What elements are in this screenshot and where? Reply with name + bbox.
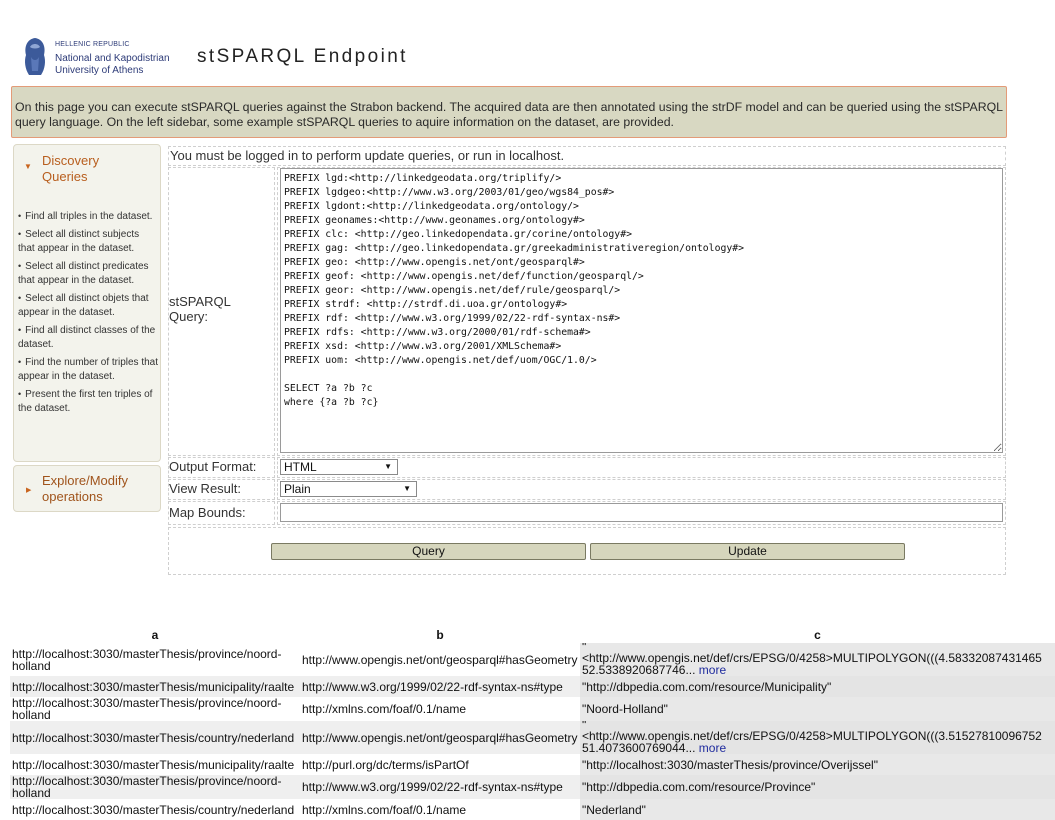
cell-b: http://www.w3.org/1999/02/22-rdf-syntax-… [302, 679, 563, 694]
output-format-label: Output Format: [169, 459, 257, 474]
cell-c-line2: 52.5338920687746... [582, 663, 696, 676]
logo-line-3: University of Athens [55, 65, 144, 76]
query-first-ten-triples[interactable]: Present the first ten triples of the dat… [18, 387, 158, 416]
cell-b: http://xmlns.com/foaf/0.1/name [302, 802, 467, 817]
cell-c: "http://dbpedia.com.com/resource/Provinc… [580, 775, 1055, 799]
cell-b: http://www.opengis.net/ont/geosparql#has… [302, 652, 578, 667]
column-header-a: a [151, 627, 159, 642]
cell-a: http://localhost:3030/masterThesis/provi… [12, 646, 282, 673]
table-row: http://localhost:3030/masterThesis/count… [10, 721, 1055, 754]
cell-a: http://localhost:3030/masterThesis/provi… [12, 697, 282, 721]
discovery-queries-header[interactable]: Discovery Queries [42, 153, 132, 185]
query-label: stSPARQL Query: [169, 294, 231, 324]
column-header-c: c [814, 627, 821, 642]
view-result-value: Plain [284, 482, 311, 496]
logo-line-1: HELLENIC REPUBLIC [55, 41, 130, 48]
query-find-all-triples[interactable]: Find all triples in the dataset. [18, 209, 158, 224]
cell-a: http://localhost:3030/masterThesis/provi… [12, 775, 282, 799]
chevron-down-icon: ▼ [403, 484, 411, 493]
cell-c: " <http://www.opengis.net/def/crs/EPSG/0… [580, 643, 1055, 676]
cell-c: "http://dbpedia.com.com/resource/Municip… [580, 676, 1055, 697]
cell-a: http://localhost:3030/masterThesis/count… [12, 730, 295, 745]
table-row: http://localhost:3030/masterThesis/munic… [10, 754, 1055, 775]
results-table: a b c http://localhost:3030/masterThesis… [10, 626, 1055, 820]
cell-c: "http://localhost:3030/masterThesis/prov… [580, 754, 1055, 775]
cell-b: http://www.opengis.net/ont/geosparql#has… [302, 730, 578, 745]
query-button[interactable]: Query [271, 543, 586, 560]
table-row: http://localhost:3030/masterThesis/munic… [10, 676, 1055, 697]
cell-b: http://purl.org/dc/terms/isPartOf [302, 757, 469, 772]
view-result-label: View Result: [169, 481, 242, 496]
table-row: http://localhost:3030/masterThesis/provi… [10, 643, 1055, 676]
university-logo: HELLENIC REPUBLIC National and Kapodistr… [21, 37, 176, 79]
cell-c: "Noord-Holland" [580, 697, 1055, 721]
login-notice: You must be logged in to perform update … [170, 148, 565, 163]
logo-line-2: National and Kapodistrian [55, 53, 170, 64]
results-header-row: a b c [10, 626, 1055, 643]
output-format-value: HTML [284, 460, 317, 474]
cell-b: http://www.w3.org/1999/02/22-rdf-syntax-… [302, 780, 563, 794]
cell-a: http://localhost:3030/masterThesis/munic… [12, 679, 295, 694]
explore-modify-header[interactable]: Explore/Modify operations [42, 473, 152, 505]
cell-a: http://localhost:3030/masterThesis/count… [12, 802, 295, 817]
query-number-of-triples[interactable]: Find the number of triples that appear i… [18, 355, 158, 384]
view-result-select[interactable]: Plain ▼ [280, 481, 417, 497]
map-bounds-label: Map Bounds: [169, 505, 246, 520]
cell-c-line2: 51.4073600769044... [582, 741, 696, 754]
more-link[interactable]: more [699, 741, 726, 754]
athena-crest-icon [25, 38, 45, 75]
page-title: stSPARQL Endpoint [197, 46, 408, 67]
intro-panel: On this page you can execute stSPARQL qu… [11, 86, 1007, 138]
query-textarea[interactable]: PREFIX lgd:<http://linkedgeodata.org/tri… [280, 168, 1003, 453]
cell-c-line2-wrap: 52.5338920687746... more [582, 664, 1055, 676]
table-row: http://localhost:3030/masterThesis/provi… [10, 775, 1055, 799]
column-header-b: b [436, 627, 444, 642]
chevron-down-icon: ▼ [384, 462, 392, 471]
triangle-down-icon: ▼ [24, 162, 32, 171]
map-bounds-input[interactable] [280, 503, 1003, 522]
triangle-right-icon: ▶ [26, 487, 32, 494]
table-row: http://localhost:3030/masterThesis/count… [10, 799, 1055, 820]
cell-c: " <http://www.opengis.net/def/crs/EPSG/0… [580, 721, 1055, 754]
query-distinct-objects[interactable]: Select all distinct objets that appear i… [18, 291, 158, 320]
update-button[interactable]: Update [590, 543, 905, 560]
explore-modify-panel: ▶ Explore/Modify operations [13, 465, 161, 512]
cell-b: http://xmlns.com/foaf/0.1/name [302, 702, 467, 716]
discovery-query-list: Find all triples in the dataset. Select … [18, 209, 158, 419]
query-distinct-classes[interactable]: Find all distinct classes of the dataset… [18, 323, 158, 352]
more-link[interactable]: more [699, 663, 726, 676]
discovery-queries-panel: ▼ Discovery Queries Find all triples in … [13, 144, 161, 462]
output-format-select[interactable]: HTML ▼ [280, 459, 398, 475]
cell-a: http://localhost:3030/masterThesis/munic… [12, 757, 295, 772]
query-distinct-predicates[interactable]: Select all distinct predicates that appe… [18, 259, 158, 288]
cell-c: "Nederland" [580, 799, 1055, 820]
table-row: http://localhost:3030/masterThesis/provi… [10, 697, 1055, 721]
cell-c-line2-wrap: 51.4073600769044... more [582, 742, 1055, 754]
query-distinct-subjects[interactable]: Select all distinct subjects that appear… [18, 227, 158, 256]
